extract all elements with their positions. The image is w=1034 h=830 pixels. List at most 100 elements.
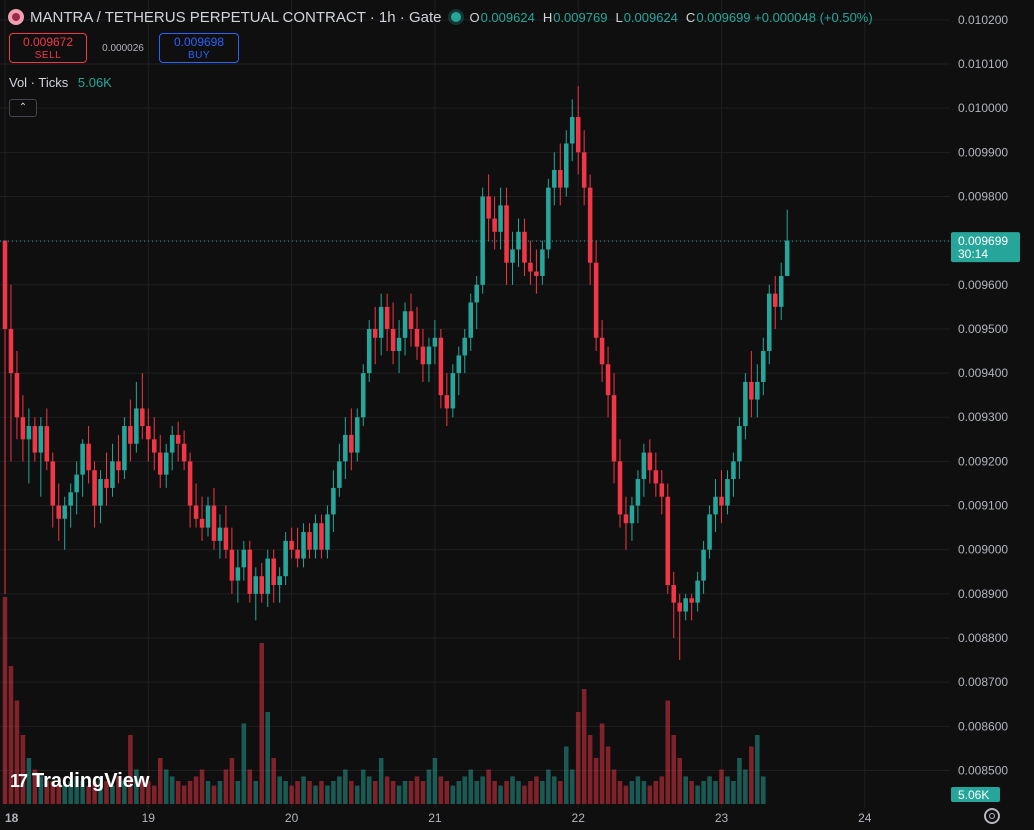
price-tick-label: 0.008900 — [958, 587, 1008, 601]
time-tick-label: 20 — [285, 811, 299, 825]
spread-value: 0.000026 — [102, 42, 144, 54]
candle-body — [152, 439, 157, 453]
candle-body — [128, 426, 133, 444]
volume-legend[interactable]: Vol · Ticks 5.06K — [9, 75, 112, 90]
candle-body — [522, 231, 527, 263]
market-status-icon[interactable] — [451, 12, 462, 22]
volume-bar — [313, 785, 318, 804]
candle-body — [402, 311, 408, 338]
candle-body — [349, 434, 354, 453]
candle-body — [355, 417, 360, 453]
candle-body — [372, 328, 378, 338]
candle-body — [772, 293, 778, 307]
candle-body — [360, 373, 366, 418]
mantra-logo-icon — [8, 9, 24, 25]
volume-bar — [534, 776, 539, 804]
volume-bar — [659, 776, 665, 804]
volume-bar — [689, 781, 694, 804]
price-tick-label: 0.008600 — [958, 719, 1008, 733]
volume-bar — [325, 785, 330, 804]
candle-body — [737, 426, 742, 462]
volume-bar — [253, 781, 259, 804]
candle-body — [134, 408, 139, 444]
candle-body — [337, 461, 342, 488]
ohlc-values: O0.009624 H0.009769 L0.009624 C0.009699 … — [469, 10, 872, 25]
ohlc-high: H0.009769 — [542, 9, 608, 25]
candle-body — [617, 461, 623, 515]
candle-body — [271, 558, 276, 586]
candle-body — [32, 426, 38, 453]
buy-button[interactable]: 0.009698 BUY — [159, 33, 239, 63]
candle-body — [563, 143, 569, 188]
volume-bar — [522, 785, 527, 804]
candle-body — [701, 549, 706, 581]
volume-bar — [199, 769, 205, 804]
chevron-up-icon[interactable]: ⌃ — [9, 99, 37, 117]
candle-body — [390, 328, 396, 352]
volume-bar — [169, 776, 175, 804]
candle-body — [56, 505, 62, 519]
candle-body — [110, 461, 115, 488]
volume-bar — [372, 781, 378, 804]
candle-body — [761, 351, 766, 382]
volume-bar — [641, 781, 647, 804]
candle-body — [253, 576, 259, 594]
candle-body — [486, 196, 491, 219]
candle-body — [498, 205, 503, 232]
volume-value: 5.06K — [77, 75, 112, 90]
candle-body — [611, 395, 617, 462]
candle-body — [575, 117, 581, 153]
volume-bar — [504, 781, 509, 804]
volume-bar — [737, 758, 742, 804]
price-chart[interactable]: 0.010200 0.010100 0.010000 0.009900 0.009800… — [0, 0, 1034, 830]
volume-bar — [283, 781, 288, 804]
volume-bar — [396, 785, 402, 804]
volume-bar — [307, 781, 312, 804]
candle-body — [396, 337, 402, 352]
candle-body — [629, 505, 635, 524]
volume-bar — [271, 758, 276, 804]
volume-bar — [152, 785, 157, 804]
symbol-title[interactable]: MANTRA / TETHERUS PERPETUAL CONTRACT · 1… — [30, 9, 441, 26]
gear-icon[interactable] — [984, 808, 1000, 824]
candle-body — [749, 381, 754, 400]
candle-body — [528, 262, 533, 272]
volume-bar — [468, 769, 473, 804]
candle-body — [68, 492, 73, 506]
candle-body — [605, 364, 611, 396]
candle-body — [307, 532, 312, 550]
candle-body — [719, 496, 724, 506]
price-tick-label: 0.009600 — [958, 278, 1008, 292]
volume-bar — [438, 776, 444, 804]
volume-bar — [343, 769, 348, 804]
volume-bar — [426, 769, 432, 804]
candle-body — [205, 505, 211, 528]
candle-body — [683, 598, 688, 612]
candle-body — [193, 505, 199, 519]
volume-bar — [331, 781, 336, 804]
volume-bar — [349, 781, 354, 804]
volume-bar — [755, 735, 760, 804]
price-tick-label: 0.009100 — [958, 499, 1008, 513]
volume-bar — [599, 723, 605, 804]
candle-body — [474, 284, 479, 303]
candle-body — [265, 558, 270, 594]
candle-body — [157, 452, 163, 475]
candle-body — [671, 585, 677, 603]
candle-body — [74, 474, 79, 493]
volume-bar — [2, 597, 8, 804]
price-tick-label: 0.010000 — [958, 101, 1008, 115]
tradingview-logo[interactable]: 17 TradingView — [10, 770, 149, 793]
trade-panel: 0.009672 SELL 0.000026 0.009698 BUY — [9, 33, 239, 63]
volume-bar — [623, 785, 629, 804]
candle-body — [217, 527, 223, 541]
volume-bar — [337, 776, 342, 804]
candle-body — [552, 169, 557, 188]
price-tick-label: 0.008500 — [958, 763, 1008, 777]
candle-body — [587, 187, 593, 263]
sell-button[interactable]: 0.009672 SELL — [9, 33, 87, 63]
candle-body — [707, 514, 712, 550]
volume-bar — [295, 781, 300, 804]
volume-bar — [462, 776, 468, 804]
candle-body — [653, 470, 659, 484]
